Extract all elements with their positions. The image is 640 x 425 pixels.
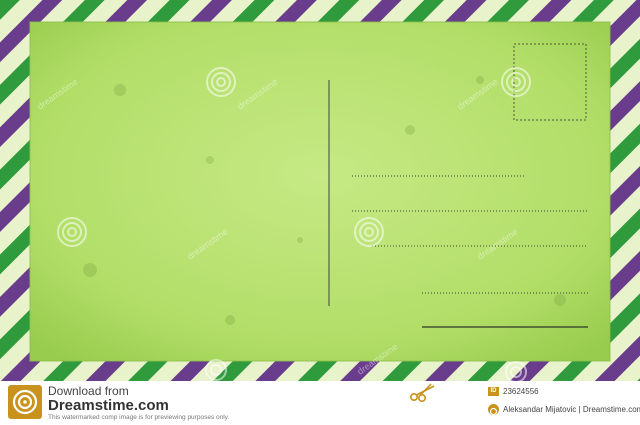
brand-link[interactable]: Dreamstime.com [48,397,169,414]
author-credit[interactable]: Aleksandar Mijatovic | Dreamstime.com [503,404,640,415]
postcard: dreamstime dreamstime dreamstime dreamst… [0,0,640,381]
download-from-label: Download from [48,384,129,398]
dreamstime-logo-icon[interactable] [8,385,42,419]
image-id: 23624556 [503,387,539,396]
card-surface [30,22,610,361]
scissors-icon [409,383,435,403]
author-icon [488,404,499,416]
id-badge: ID [488,387,499,396]
postcard-back-illustration: dreamstime dreamstime dreamstime dreamst… [0,0,640,381]
download-footer: Download from Dreamstime.com This waterm… [0,381,640,425]
preview-notice: This watermarked comp image is for previ… [48,414,230,421]
